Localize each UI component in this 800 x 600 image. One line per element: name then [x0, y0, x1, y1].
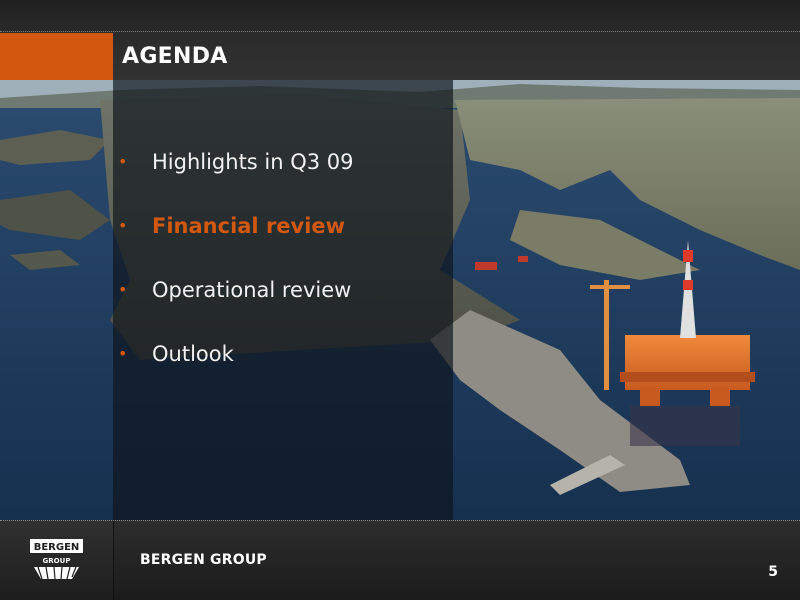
- bullet-icon: •: [118, 216, 128, 235]
- slide-header: AGENDA: [0, 0, 800, 80]
- bergen-group-logo-icon: BERGEN GROUP: [30, 539, 83, 580]
- logo-box: BERGEN GROUP: [0, 521, 114, 600]
- header-divider: [0, 31, 800, 33]
- slide: AGENDA • Highlights in Q3 09 • Financial…: [0, 0, 800, 600]
- bullet-icon: •: [118, 152, 128, 171]
- page-number: 5: [768, 564, 778, 580]
- agenda-item-outlook[interactable]: • Outlook: [118, 340, 354, 404]
- accent-block: [0, 33, 113, 80]
- company-name: BERGEN GROUP: [140, 552, 267, 568]
- bullet-icon: •: [118, 344, 128, 363]
- logo-text-bottom: GROUP: [43, 557, 71, 565]
- agenda-item-label: Highlights in Q3 09: [152, 150, 354, 174]
- agenda-item-financial-review[interactable]: • Financial review: [118, 212, 354, 276]
- agenda-item-operational-review[interactable]: • Operational review: [118, 276, 354, 340]
- agenda-item-label: Outlook: [152, 342, 234, 366]
- agenda-item-label: Operational review: [152, 278, 352, 302]
- agenda-item-highlights[interactable]: • Highlights in Q3 09: [118, 148, 354, 212]
- bullet-icon: •: [118, 280, 128, 299]
- footer-divider: [0, 520, 800, 521]
- logo-text-top: BERGEN: [34, 542, 80, 553]
- agenda-list: • Highlights in Q3 09 • Financial review…: [118, 148, 354, 404]
- slide-footer: BERGEN GROUP BERGEN GROUP 5: [0, 520, 800, 600]
- agenda-item-label: Financial review: [152, 214, 346, 238]
- slide-title: AGENDA: [122, 44, 228, 69]
